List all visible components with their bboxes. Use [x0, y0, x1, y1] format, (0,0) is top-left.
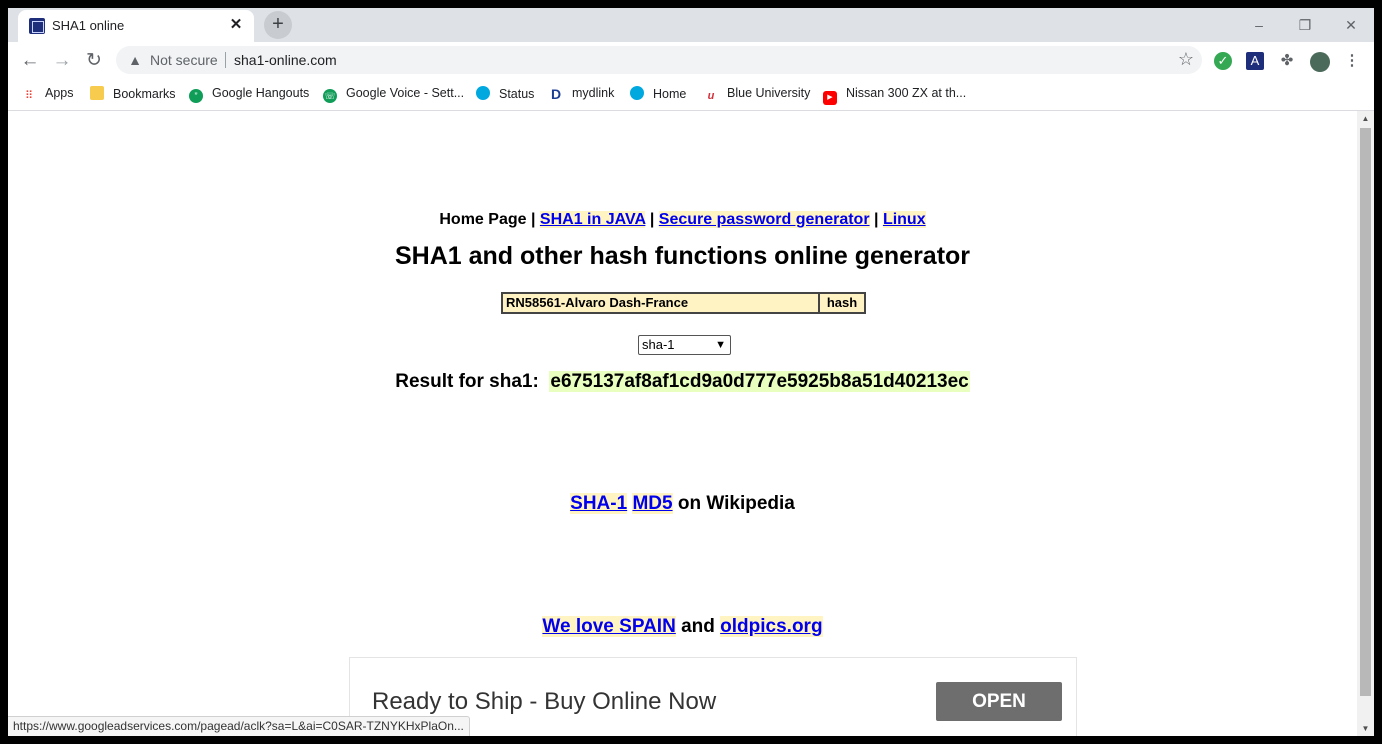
result-line: Result for sha1: e675137af8af1cd9a0d777e…	[8, 371, 1357, 393]
bookmark-star-icon[interactable]: ☆	[1178, 49, 1194, 70]
close-window-button[interactable]: ✕	[1328, 12, 1374, 38]
link-status-bar: https://www.googleadservices.com/pagead/…	[8, 716, 470, 736]
top-nav: Home Page | SHA1 in JAVA | Secure passwo…	[439, 211, 926, 228]
scroll-down-icon[interactable]: ▼	[1357, 721, 1374, 736]
u-logo-icon: u	[707, 90, 715, 102]
bookmark-nissan[interactable]: ▶ Nissan 300 ZX at th...	[823, 86, 966, 105]
scroll-up-icon[interactable]: ▲	[1357, 111, 1374, 126]
puzzle-icon[interactable]: ✤	[1278, 52, 1296, 70]
browser-window: SHA1 online ✕ + – ❐ ✕ ← → ↻ ▲ Not secure…	[8, 8, 1374, 736]
we-love-spain-link[interactable]: We love SPAIN	[542, 616, 676, 637]
bookmark-google-hangouts[interactable]: ” Google Hangouts	[189, 86, 309, 104]
chevron-down-icon: ▼	[715, 339, 726, 351]
bookmark-google-voice[interactable]: ☏ Google Voice - Sett...	[323, 86, 464, 104]
page-scrollbar[interactable]: ▲ ▼	[1357, 111, 1374, 736]
avatar[interactable]	[1310, 52, 1330, 72]
check-extension-icon[interactable]: ✓	[1214, 52, 1232, 70]
menu-kebab-icon[interactable]: ⋮	[1343, 52, 1361, 70]
tab-sha1-online[interactable]: SHA1 online ✕	[18, 10, 254, 42]
page-content: Home Page | SHA1 in JAVA | Secure passwo…	[8, 111, 1357, 736]
footer-links: We love SPAIN and oldpics.org	[542, 616, 823, 637]
dlink-icon: D	[550, 86, 562, 102]
reload-button[interactable]: ↻	[80, 47, 108, 75]
secure-password-generator-link[interactable]: Secure password generator	[658, 211, 870, 228]
folder-icon	[90, 86, 104, 100]
sha1-in-java-link[interactable]: SHA1 in JAVA	[539, 211, 646, 228]
bookmark-blue-university[interactable]: u Blue University	[704, 86, 811, 104]
minimize-button[interactable]: –	[1236, 12, 1282, 38]
bookmark-home[interactable]: Home	[630, 86, 686, 104]
apps-grid-icon: ⠿	[24, 90, 34, 102]
ad-open-button[interactable]: OPEN	[936, 682, 1062, 721]
att-icon	[630, 86, 644, 100]
bookmark-mydlink[interactable]: Dmydlink	[549, 86, 614, 104]
bookmark-status[interactable]: Status	[476, 86, 534, 104]
warning-icon[interactable]: ▲	[126, 51, 144, 69]
wikipedia-links: SHA-1 MD5 on Wikipedia	[570, 493, 795, 514]
security-label[interactable]: Not secure	[150, 52, 218, 68]
md5-wikipedia-link[interactable]: MD5	[632, 493, 673, 514]
bookmark-apps[interactable]: ⠿ Apps	[22, 86, 74, 104]
hangouts-icon: ”	[189, 89, 203, 103]
new-tab-button[interactable]: +	[264, 11, 292, 39]
url-separator	[225, 52, 226, 68]
ad-text[interactable]: Ready to Ship - Buy Online Now	[372, 688, 716, 716]
att-icon	[476, 86, 490, 100]
bookmarks-bar: ⠿ Apps Bookmarks ” Google Hangouts ☏ Google…	[8, 80, 1374, 111]
close-tab-icon[interactable]: ✕	[226, 15, 246, 35]
hash-button[interactable]: hash	[818, 292, 866, 314]
oldpics-link[interactable]: oldpics.org	[720, 616, 823, 637]
scroll-thumb[interactable]	[1360, 128, 1371, 696]
linux-link[interactable]: Linux	[882, 211, 926, 228]
page-title: SHA1 and other hash functions online gen…	[394, 242, 971, 270]
browser-toolbar: ← → ↻ ▲ Not secure sha1-online.com ☆ ✓ A…	[8, 42, 1374, 80]
address-bar[interactable]: ▲ Not secure sha1-online.com ☆	[116, 46, 1202, 74]
algorithm-select[interactable]: sha-1 ▼	[638, 335, 731, 355]
text-to-hash-input[interactable]: RN58561-Alvaro Dash-France	[501, 292, 820, 314]
font-extension-icon[interactable]: A	[1246, 52, 1264, 70]
site-favicon-icon	[29, 18, 45, 34]
bookmark-bookmarks[interactable]: Bookmarks	[90, 86, 176, 104]
tab-title: SHA1 online	[52, 18, 125, 33]
result-hash[interactable]: e675137af8af1cd9a0d777e5925b8a51d40213ec	[549, 371, 970, 392]
back-button[interactable]: ←	[16, 47, 44, 75]
sha1-wikipedia-link[interactable]: SHA-1	[570, 493, 628, 514]
url-text[interactable]: sha1-online.com	[234, 52, 337, 68]
result-label: Result for sha1:	[395, 371, 539, 392]
home-page-label: Home Page	[439, 211, 527, 228]
youtube-icon: ▶	[823, 91, 837, 105]
voice-icon: ☏	[323, 89, 337, 103]
tab-strip: SHA1 online ✕ + – ❐ ✕	[8, 8, 1374, 42]
restore-button[interactable]: ❐	[1282, 12, 1328, 38]
forward-button[interactable]: →	[48, 47, 76, 75]
